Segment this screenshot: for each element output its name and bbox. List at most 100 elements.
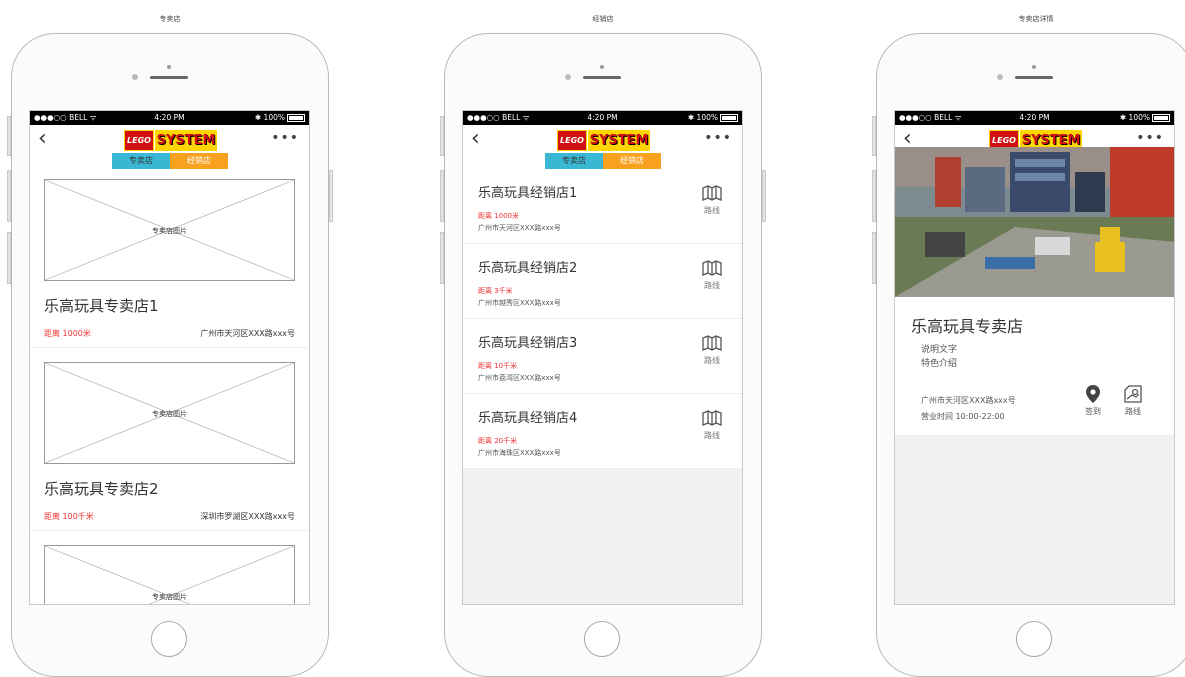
store-card[interactable]: 专卖店图片 [30, 531, 309, 604]
nav-bar: ‹ LEGO SYSTEM ••• [895, 125, 1174, 151]
route-map-icon [1124, 385, 1142, 403]
store-card[interactable]: 专卖店图片 乐高玩具专卖店2 距离 100千米 深圳市罗湖区XXX路xxx号 [30, 348, 309, 531]
store-hours: 营业时间 10:00-22:00 [921, 412, 1005, 421]
store-address: 广州市天河区XXX路xxx号 [921, 396, 1016, 405]
route-button[interactable]: 路线 [702, 260, 722, 291]
back-icon[interactable]: ‹ [38, 127, 47, 151]
store-photo [895, 147, 1174, 297]
checkin-button[interactable]: 签到 [1085, 385, 1101, 417]
logo-system: SYSTEM [588, 130, 650, 151]
image-label: 专卖店图片 [152, 227, 187, 235]
home-button[interactable] [151, 621, 187, 657]
store-distance: 距离 100千米 [44, 512, 94, 521]
dealer-row[interactable]: 乐高玩具经销店2 距离 3千米 广州市越秀区XXX路xxx号 路线 [463, 244, 742, 319]
dealer-address: 广州市海珠区XXX路xxx号 [478, 449, 561, 457]
store-address-block: 广州市天河区XXX路xxx号 营业时间 10:00-22:00 [921, 393, 1016, 425]
battery-icon [720, 113, 738, 122]
store-name: 乐高玩具专卖店1 [44, 297, 159, 315]
camera [1032, 65, 1036, 69]
dealer-address: 广州市天河区XXX路xxx号 [478, 224, 561, 232]
route-label: 路线 [704, 356, 720, 365]
battery-text: ✱ 100% [687, 113, 718, 122]
map-icon [702, 335, 722, 351]
tab-dealer[interactable]: 经销店 [603, 153, 661, 169]
battery-status: ✱ 100% [1120, 113, 1170, 122]
speaker [583, 76, 621, 79]
exclusive-store-list: 专卖店图片 乐高玩具专卖店1 距离 1000米 广州市天河区XXX路xxx号 专卖… [30, 165, 309, 604]
dealer-row[interactable]: 乐高玩具经销店4 距离 20千米 广州市海珠区XXX路xxx号 路线 [463, 394, 742, 469]
nav-bar: ‹ LEGO SYSTEM ••• 专卖店 经销店 [463, 125, 742, 169]
store-info: 乐高玩具专卖店 说明文字 特色介绍 广州市天河区XXX路xxx号 营业时间 10… [895, 297, 1174, 435]
camera [167, 65, 171, 69]
more-icon[interactable]: ••• [1136, 130, 1164, 146]
route-button[interactable]: 路线 [1123, 385, 1143, 417]
checkin-label: 签到 [1085, 407, 1101, 416]
tab-exclusive[interactable]: 专卖店 [112, 153, 170, 169]
tab-dealer[interactable]: 经销店 [170, 153, 228, 169]
status-bar: ●●●○○ BELL ᯤ 4:20 PM ✱ 100% [895, 111, 1174, 125]
route-button[interactable]: 路线 [702, 185, 722, 216]
sensor [132, 74, 138, 80]
image-label: 专卖店图片 [152, 593, 187, 601]
route-label: 路线 [1125, 407, 1141, 416]
caption-detail: 专卖店详情 [1018, 15, 1054, 23]
more-icon[interactable]: ••• [704, 130, 732, 146]
home-button[interactable] [1016, 621, 1052, 657]
sensor [565, 74, 571, 80]
store-address: 深圳市罗湖区XXX路xxx号 [200, 512, 295, 521]
speaker [1015, 76, 1053, 79]
sensor [997, 74, 1003, 80]
map-icon [702, 410, 722, 426]
home-button[interactable] [584, 621, 620, 657]
phone-store-detail: ●●●○○ BELL ᯤ 4:20 PM ✱ 100% ‹ LEGO SYSTE… [872, 33, 1185, 677]
camera [600, 65, 604, 69]
caption-exclusive: 专卖店 [159, 15, 181, 23]
route-label: 路线 [704, 281, 720, 290]
location-pin-icon [1086, 385, 1100, 403]
battery-text: ✱ 100% [1119, 113, 1150, 122]
map-icon [702, 260, 722, 276]
route-label: 路线 [704, 206, 720, 215]
dealer-address: 广州市荔湾区XXX路xxx号 [478, 374, 561, 382]
lego-system-logo: LEGO SYSTEM [124, 130, 217, 151]
battery-status: ✱ 100% [255, 113, 305, 122]
dealer-list: 乐高玩具经销店1 距离 1000米 广州市天河区XXX路xxx号 路线 乐高玩具… [463, 169, 742, 469]
route-button[interactable]: 路线 [702, 335, 722, 366]
battery-text: ✱ 100% [254, 113, 285, 122]
speaker [150, 76, 188, 79]
store-distance: 距离 1000米 [44, 329, 91, 338]
dealer-row[interactable]: 乐高玩具经销店1 距离 1000米 广州市天河区XXX路xxx号 路线 [463, 169, 742, 244]
store-tabs: 专卖店 经销店 [112, 153, 228, 169]
logo-lego: LEGO [557, 130, 587, 151]
tab-exclusive[interactable]: 专卖店 [545, 153, 603, 169]
store-image-placeholder: 专卖店图片 [44, 362, 295, 464]
logo-lego: LEGO [124, 130, 154, 151]
dealer-address: 广州市越秀区XXX路xxx号 [478, 299, 561, 307]
route-button[interactable]: 路线 [702, 410, 722, 441]
screen: ●●●○○ BELL ᯤ 4:20 PM ✱ 100% ‹ LEGO SYSTE… [894, 110, 1175, 605]
dealer-row[interactable]: 乐高玩具经销店3 距离 10千米 广州市荔湾区XXX路xxx号 路线 [463, 319, 742, 394]
store-description: 说明文字 特色介绍 [921, 343, 1158, 371]
battery-icon [1152, 113, 1170, 122]
screen: ●●●○○ BELL ᯤ 4:20 PM ✱ 100% ‹ LEGO SYSTE… [29, 110, 310, 605]
nav-bar: ‹ LEGO SYSTEM ••• 专卖店 经销店 [30, 125, 309, 169]
store-card[interactable]: 专卖店图片 乐高玩具专卖店1 距离 1000米 广州市天河区XXX路xxx号 [30, 165, 309, 348]
caption-dealer: 经销店 [592, 15, 614, 23]
screen: ●●●○○ BELL ᯤ 4:20 PM ✱ 100% ‹ LEGO SYSTE… [462, 110, 743, 605]
map-icon [702, 185, 722, 201]
lego-system-logo: LEGO SYSTEM [557, 130, 650, 151]
feature-text: 特色介绍 [921, 359, 958, 369]
description-text: 说明文字 [921, 345, 958, 355]
back-icon[interactable]: ‹ [471, 127, 480, 151]
image-label: 专卖店图片 [152, 410, 187, 418]
logo-system: SYSTEM [155, 130, 217, 151]
more-icon[interactable]: ••• [271, 130, 299, 146]
status-bar: ●●●○○ BELL ᯤ 4:20 PM ✱ 100% [30, 111, 309, 125]
store-image-placeholder: 专卖店图片 [44, 545, 295, 604]
store-tabs: 专卖店 经销店 [545, 153, 661, 169]
phone-exclusive-stores: ●●●○○ BELL ᯤ 4:20 PM ✱ 100% ‹ LEGO SYSTE… [7, 33, 333, 677]
battery-status: ✱ 100% [688, 113, 738, 122]
battery-icon [287, 113, 305, 122]
store-name: 乐高玩具专卖店2 [44, 480, 159, 498]
store-image-placeholder: 专卖店图片 [44, 179, 295, 281]
